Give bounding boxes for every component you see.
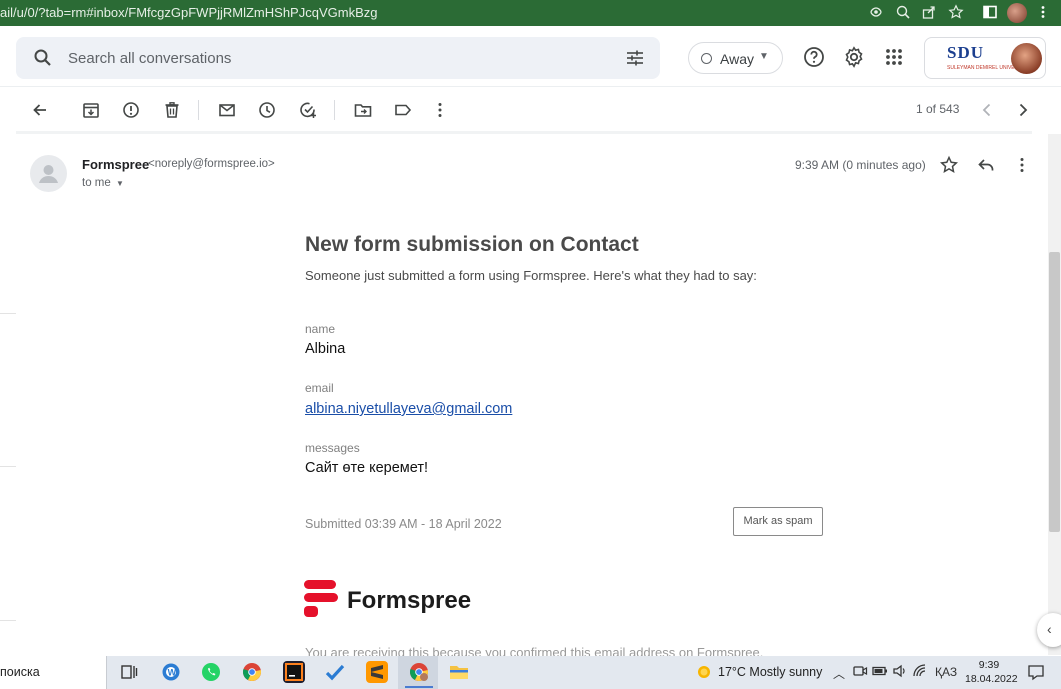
sender-avatar[interactable] [30,155,67,192]
todo-checkmark-icon[interactable] [324,661,346,683]
bookmark-star-icon[interactable] [947,4,965,22]
status-dot-icon [701,53,712,64]
search-bar[interactable]: Search all conversations [16,37,660,79]
user-avatar[interactable] [1011,43,1042,74]
eye-icon[interactable] [867,4,885,22]
message-more-icon[interactable] [1012,155,1032,175]
toolbar-separator [198,100,199,120]
clock-time: 9:39 [978,659,1000,671]
active-app-indicator [405,686,433,688]
move-to-folder-icon[interactable] [353,100,373,120]
weather-sun-icon [693,661,715,683]
file-explorer-icon[interactable] [448,661,470,683]
field-value-messages: Сайт өте керемет! [305,460,429,476]
chevron-down-icon: ▼ [759,51,769,62]
archive-icon[interactable] [81,100,101,120]
toolbar-divider [16,131,1032,134]
tray-chevron-up-icon[interactable]: ︿ [833,665,845,682]
header-divider [0,86,1061,87]
taskbar-search[interactable]: поиска [0,656,107,689]
mark-unread-icon[interactable] [217,100,237,120]
clock-date: 18.04.2022 [965,673,1018,685]
task-view-icon[interactable] [118,661,140,683]
scrollbar-thumb[interactable] [1049,252,1060,532]
message-time: 9:39 AM (0 minutes ago) [795,158,926,172]
label-icon[interactable] [393,100,413,120]
sidepanel-icon[interactable] [981,4,999,22]
delete-icon[interactable] [162,100,182,120]
jetbrains-ide-icon[interactable] [283,661,305,683]
search-input[interactable]: Search all conversations [68,50,231,67]
side-panel-toggle-button[interactable]: ‹ [1037,613,1061,647]
apps-grid-icon[interactable] [882,45,906,69]
weather-text[interactable]: 17°C Mostly sunny [718,665,822,679]
status-selector[interactable]: Away ▼ [688,42,783,74]
email-title: New form submission on Contact [305,233,639,256]
more-options-icon[interactable] [430,100,450,120]
email-intro: Someone just submitted a form using Form… [305,268,757,283]
field-value-email-link[interactable]: albina.niyetullayeva@gmail.com [305,401,512,417]
status-label: Away [720,51,754,67]
input-language[interactable]: ҚАЗ [935,665,957,679]
left-edge-divider [0,466,16,467]
field-label-messages: messages [305,441,360,455]
submitted-timestamp: Submitted 03:39 AM - 18 April 2022 [305,517,502,531]
recipient-label[interactable]: to me [82,177,111,189]
whatsapp-icon[interactable] [200,661,222,683]
word-app-icon[interactable]: W [160,661,182,683]
toolbar-separator [334,100,335,120]
recipient-chevron-down-icon[interactable]: ▼ [116,179,124,188]
search-icon[interactable] [32,47,54,69]
field-label-name: name [305,322,336,336]
settings-gear-icon[interactable] [842,45,866,69]
sender-email: <noreply@formspree.io> [148,158,275,170]
left-edge-divider [0,313,16,314]
star-icon[interactable] [939,155,959,175]
windows-taskbar: поиска W 17°C Mostly sunny ︿ ҚАЗ 9:39 18… [0,656,1061,689]
add-task-icon[interactable] [298,100,318,120]
back-arrow-icon[interactable] [30,100,50,120]
field-value-name: Albina [305,341,346,357]
chrome-active-icon[interactable] [408,661,430,683]
battery-icon[interactable] [871,662,889,680]
share-icon[interactable] [920,4,938,22]
report-spam-icon[interactable] [121,100,141,120]
browser-profile-avatar[interactable] [1007,3,1027,23]
wifi-icon[interactable] [911,662,929,680]
search-options-icon[interactable] [624,47,646,69]
newer-chevron-left-icon[interactable] [977,100,997,120]
chrome-icon[interactable] [241,661,263,683]
taskbar-clock[interactable]: 9:39 18.04.2022 [965,658,1018,686]
page-count: 1 of 543 [916,102,960,116]
notifications-icon[interactable] [1025,661,1047,683]
formspree-logo-icon [304,580,338,617]
browser-address-bar[interactable]: ail/u/0/?tab=rm#inbox/FMfcgzGpFWPjjRMlZm… [0,0,1061,26]
field-label-email: email [305,381,334,395]
taskbar-search-text[interactable]: поиска [0,665,40,679]
left-edge-divider [0,620,16,621]
account-switcher[interactable]: SDU SULEYMAN DEMIREL UNIVERSITY [924,37,1046,79]
org-logo: SDU [947,43,985,62]
chevron-left-icon: ‹ [1047,621,1052,637]
sender-name: Formspree [82,157,150,172]
volume-icon[interactable] [891,662,909,680]
url-text[interactable]: ail/u/0/?tab=rm#inbox/FMfcgzGpFWPjjRMlZm… [0,5,377,20]
sublime-text-icon[interactable] [366,661,388,683]
snooze-clock-icon[interactable] [257,100,277,120]
meet-now-icon[interactable] [851,662,869,680]
svg-text:W: W [168,667,177,677]
help-icon[interactable] [802,45,826,69]
formspree-brand-name: Formspree [347,587,472,614]
zoom-icon[interactable] [894,4,912,22]
reply-icon[interactable] [976,155,996,175]
older-chevron-right-icon[interactable] [1013,100,1033,120]
mark-as-spam-button[interactable]: Mark as spam [733,507,823,536]
browser-menu-icon[interactable] [1034,4,1052,22]
